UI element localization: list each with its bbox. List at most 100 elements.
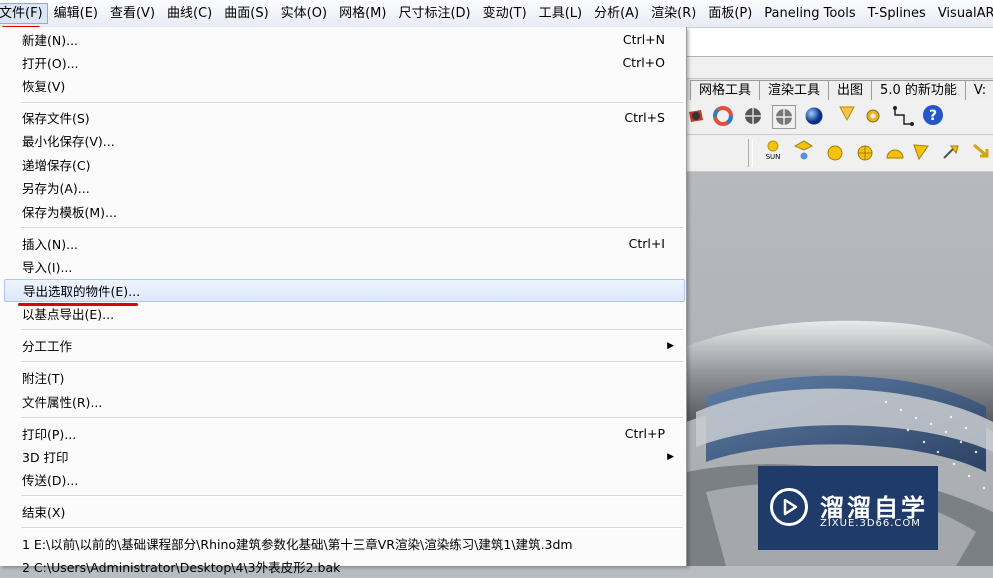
menu-item-save[interactable]: 保存文件(S) Ctrl+S — [0, 106, 686, 129]
lights-toolbar: SUN — [686, 135, 993, 172]
toolbar-tabs: 网格工具 渲染工具 出图 5.0 的新功能 V: — [686, 79, 993, 100]
tab-new-in-v5[interactable]: 5.0 的新功能 — [871, 80, 966, 100]
menu-item-import[interactable]: 导入(I)... — [0, 255, 686, 278]
menu-item-send[interactable]: 传送(D)... — [0, 468, 686, 491]
watermark-url: ZIXUE.3D66.COM — [820, 518, 921, 529]
menu-item-label: 分工工作 — [22, 339, 73, 354]
directional-light-icon[interactable] — [792, 139, 814, 161]
tab-mesh-tools[interactable]: 网格工具 — [690, 80, 761, 100]
blue-sphere-icon[interactable] — [803, 105, 825, 127]
sphere-icon[interactable] — [742, 105, 764, 127]
menu-separator — [21, 527, 683, 529]
dome-light-icon[interactable] — [884, 142, 906, 164]
render-toolbar: ? — [686, 100, 993, 135]
menu-item-label: 以基点导出(E)... — [22, 307, 115, 322]
menu-item-insert[interactable]: 插入(N)... Ctrl+I — [0, 232, 686, 255]
file-menu-dropdown: 新建(N)... Ctrl+N 打开(O)... Ctrl+O 恢复(V) 保存… — [0, 27, 687, 575]
menu-item-print[interactable]: 打印(P)... Ctrl+P — [0, 422, 686, 445]
sun-icon[interactable]: SUN — [762, 139, 784, 161]
menu-item-revert[interactable]: 恢复(V) — [0, 74, 686, 97]
help-icon[interactable]: ? — [922, 104, 944, 126]
menu-visualarq[interactable]: VisualAR — [932, 0, 993, 27]
menu-item-save-as[interactable]: 另存为(A)... — [0, 176, 686, 199]
menu-item-new[interactable]: 新建(N)... Ctrl+N — [0, 28, 686, 51]
menu-item-export-with-origin[interactable]: 以基点导出(E)... — [0, 302, 686, 325]
menu-item-label: 3D 打印 — [22, 450, 69, 465]
camera-icon[interactable] — [686, 105, 708, 127]
menu-item-label: 打印(P)... — [22, 427, 77, 442]
menu-item-label: 文件属性(R)... — [22, 395, 103, 410]
play-logo-icon — [770, 488, 808, 526]
menu-separator — [21, 102, 683, 104]
menu-item-worksession[interactable]: 分工工作 ▶ — [0, 334, 686, 357]
menu-edit[interactable]: 编辑(E) — [48, 0, 104, 27]
arrow-light-icon[interactable] — [970, 141, 992, 163]
point-light-icon[interactable] — [824, 142, 846, 164]
menu-separator — [21, 329, 683, 331]
menu-t-splines[interactable]: T-Splines — [862, 0, 932, 27]
menu-panels[interactable]: 面板(P) — [702, 0, 758, 27]
menu-item-label: 最小化保存(V)... — [22, 134, 115, 149]
sphere-light-icon[interactable] — [854, 142, 876, 164]
menu-separator — [21, 495, 683, 497]
menu-render[interactable]: 渲染(R) — [645, 0, 702, 27]
menu-bar: 文件(F) 编辑(E) 查看(V) 曲线(C) 曲面(S) 实体(O) 网格(M… — [0, 0, 993, 28]
submenu-arrow-icon: ▶ — [667, 340, 674, 351]
menu-item-label: 附注(T) — [22, 371, 65, 386]
command-prompt[interactable] — [686, 57, 993, 79]
menu-item-recent-file-1[interactable]: 1 E:\以前\以前的\基础课程部分\Rhino建筑参数化基础\第十三章VR渲染… — [0, 532, 686, 555]
menu-item-shortcut: Ctrl+I — [628, 236, 665, 251]
submenu-arrow-icon: ▶ — [667, 451, 674, 462]
spot-light-icon[interactable] — [910, 141, 932, 163]
menu-item-notes[interactable]: 附注(T) — [0, 366, 686, 389]
menu-transform[interactable]: 变动(T) — [477, 0, 533, 27]
color-wheel-icon[interactable] — [712, 105, 734, 127]
command-history[interactable] — [686, 28, 993, 57]
dimension-icon[interactable] — [892, 105, 914, 127]
menu-item-label: 保存文件(S) — [22, 111, 90, 126]
menu-separator — [21, 417, 683, 419]
menu-item-label: 2 C:\Users\Administrator\Desktop\4\3外表皮形… — [22, 560, 341, 575]
spotlight-icon[interactable] — [836, 103, 858, 125]
menu-file[interactable]: 文件(F) — [0, 3, 48, 24]
menu-item-properties[interactable]: 文件属性(R)... — [0, 390, 686, 413]
menu-mesh[interactable]: 网格(M) — [333, 0, 392, 27]
menu-analyze[interactable]: 分析(A) — [588, 0, 645, 27]
menu-dimension[interactable]: 尺寸标注(D) — [392, 0, 476, 27]
tab-render-tools[interactable]: 渲染工具 — [759, 80, 830, 100]
menu-item-label: 1 E:\以前\以前的\基础课程部分\Rhino建筑参数化基础\第十三章VR渲染… — [22, 537, 573, 552]
gear-icon[interactable] — [862, 105, 884, 127]
menu-view[interactable]: 查看(V) — [104, 0, 161, 27]
menu-item-label: 递增保存(C) — [22, 158, 91, 173]
wand-icon[interactable] — [940, 141, 962, 163]
menu-item-open[interactable]: 打开(O)... Ctrl+O — [0, 51, 686, 74]
svg-text:?: ? — [929, 108, 937, 124]
menu-separator — [21, 227, 683, 229]
menu-item-3d-print[interactable]: 3D 打印 ▶ — [0, 445, 686, 468]
menu-item-label: 导出选取的物件(E)... — [23, 284, 141, 299]
menu-solid[interactable]: 实体(O) — [275, 0, 333, 27]
menu-item-save-small[interactable]: 最小化保存(V)... — [0, 129, 686, 152]
menu-paneling-tools[interactable]: Paneling Tools — [758, 0, 861, 27]
menu-separator — [21, 361, 683, 363]
menu-item-exit[interactable]: 结束(X) — [0, 500, 686, 523]
menu-item-shortcut: Ctrl+O — [622, 55, 665, 70]
menu-item-export-selected[interactable]: 导出选取的物件(E)... — [4, 279, 685, 302]
menu-item-shortcut: Ctrl+P — [624, 426, 665, 441]
menu-surface[interactable]: 曲面(S) — [218, 0, 274, 27]
menu-curve[interactable]: 曲线(C) — [161, 0, 218, 27]
menu-item-label: 插入(N)... — [22, 237, 79, 252]
menu-item-recent-file-2[interactable]: 2 C:\Users\Administrator\Desktop\4\3外表皮形… — [0, 555, 686, 578]
sphere-outline-icon[interactable] — [772, 105, 796, 129]
tab-drafting[interactable]: 出图 — [828, 80, 873, 100]
menu-item-incremental-save[interactable]: 递增保存(C) — [0, 153, 686, 176]
menu-item-save-as-template[interactable]: 保存为模板(M)... — [0, 200, 686, 223]
menu-item-label: 另存为(A)... — [22, 181, 90, 196]
tab-v-more[interactable]: V: — [964, 80, 993, 100]
menu-item-label: 恢复(V) — [22, 79, 66, 94]
menu-item-label: 导入(I)... — [22, 260, 73, 275]
menu-tools[interactable]: 工具(L) — [533, 0, 588, 27]
toolbar-grip[interactable] — [748, 139, 753, 167]
menu-item-shortcut: Ctrl+N — [622, 32, 665, 47]
menu-item-label: 打开(O)... — [22, 56, 79, 71]
